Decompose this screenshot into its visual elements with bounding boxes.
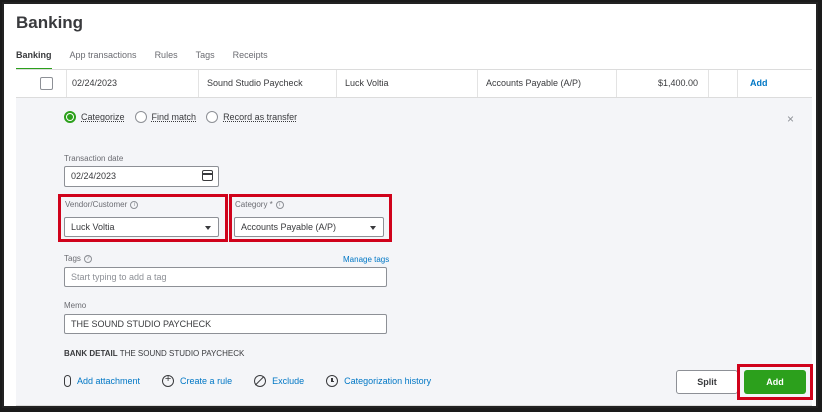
tab-app-transactions[interactable]: App transactions (70, 50, 137, 70)
paperclip-icon (64, 375, 71, 387)
info-icon[interactable]: i (275, 200, 284, 209)
manage-tags-link[interactable]: Manage tags (343, 255, 389, 264)
mode-radio-group: Categorize Find match Record as transfer (64, 111, 297, 123)
radio-selected-icon (64, 111, 76, 123)
tab-tags[interactable]: Tags (196, 50, 215, 70)
memo-label: Memo (64, 301, 87, 310)
radio-unselected-icon (206, 111, 219, 123)
chevron-down-icon (370, 226, 376, 230)
txn-date: 02/24/2023 (72, 78, 118, 88)
txn-category: Accounts Payable (A/P) (486, 78, 582, 88)
tab-rules[interactable]: Rules (155, 50, 178, 70)
banking-window: Banking Banking App transactions Rules T… (2, 2, 818, 408)
txn-payee: Luck Voltia (345, 78, 389, 88)
radio-categorize[interactable]: Categorize (64, 111, 125, 123)
tags-label: Tags? (64, 254, 92, 263)
transaction-row[interactable]: 02/24/2023 Sound Studio Paycheck Luck Vo… (16, 69, 812, 98)
calendar-icon[interactable] (202, 170, 213, 181)
radio-unselected-icon (134, 111, 147, 123)
plus-circle-icon (162, 373, 175, 387)
tags-input[interactable]: Start typing to add a tag (64, 267, 387, 287)
info-icon[interactable]: i (130, 200, 139, 209)
tab-banking[interactable]: Banking (16, 50, 52, 70)
txn-description: Sound Studio Paycheck (207, 78, 303, 88)
tab-receipts[interactable]: Receipts (233, 50, 268, 70)
exclude-link[interactable]: Exclude (254, 375, 304, 387)
split-button[interactable]: Split (676, 370, 738, 394)
categorization-history-link[interactable]: Categorization history (326, 375, 431, 387)
chevron-down-icon (205, 226, 211, 230)
txn-add-link[interactable]: Add (750, 70, 768, 97)
add-button[interactable]: Add (744, 370, 806, 394)
bank-detail: BANK DETAIL THE SOUND STUDIO PAYCHECK (64, 349, 245, 358)
vendor-customer-select[interactable]: Luck Voltia (64, 217, 219, 237)
radio-find-match[interactable]: Find match (134, 111, 196, 123)
radio-record-transfer[interactable]: Record as transfer (206, 111, 297, 123)
add-attachment-link[interactable]: Add attachment (64, 375, 140, 387)
close-icon[interactable]: × (787, 112, 794, 126)
vendor-customer-label: Vendor/Customer i (65, 200, 139, 209)
memo-input[interactable]: THE SOUND STUDIO PAYCHECK (64, 314, 387, 334)
info-icon[interactable]: ? (83, 254, 92, 263)
transaction-date-input[interactable]: 02/24/2023 (64, 166, 219, 187)
category-select[interactable]: Accounts Payable (A/P) (234, 217, 384, 237)
history-icon (326, 375, 339, 387)
transaction-date-label: Transaction date (64, 154, 124, 163)
txn-amount: $1,400.00 (657, 78, 698, 88)
categorize-panel: Categorize Find match Record as transfer… (16, 98, 813, 406)
ban-icon (254, 375, 267, 387)
create-rule-link[interactable]: Create a rule (162, 373, 232, 387)
action-links: Add attachment Create a rule Exclude Cat… (64, 373, 453, 387)
category-label: Category * i (235, 200, 284, 209)
tab-bar: Banking App transactions Rules Tags Rece… (16, 50, 268, 70)
page-title: Banking (16, 13, 84, 32)
row-checkbox[interactable] (40, 77, 53, 90)
